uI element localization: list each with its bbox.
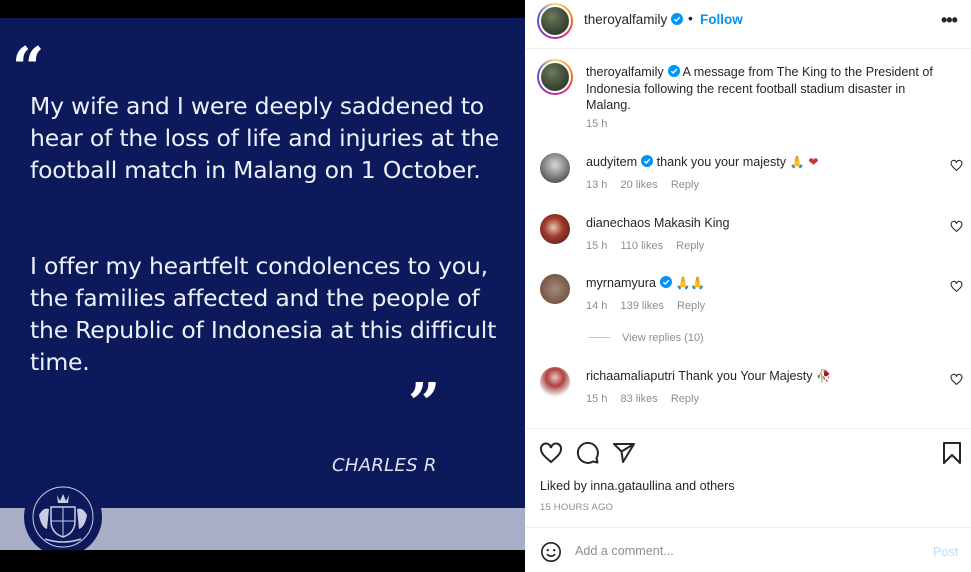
comment-meta: 14 h 139 likes Reply <box>586 300 715 312</box>
verified-badge-icon <box>671 13 684 25</box>
commenter-avatar[interactable] <box>540 153 570 183</box>
liked-by-and: and <box>675 479 697 493</box>
message-paragraph-2: I offer my heartfelt condolences to you,… <box>30 252 497 376</box>
comment-composer: Post <box>525 527 971 572</box>
post-sidebar: theroyalfamily • Follow ••• theroyalfami… <box>525 0 971 572</box>
liked-by-line: Liked by inna.gataullina and others <box>540 479 735 493</box>
reply-button[interactable]: Reply <box>677 300 705 312</box>
post-header: theroyalfamily • Follow ••• <box>525 0 971 49</box>
view-replies-label[interactable]: View replies (10) <box>622 332 704 344</box>
commenter-username[interactable]: richaamaliaputri <box>586 369 675 383</box>
commenter-username[interactable]: myrnamyura <box>586 276 656 290</box>
caption-text: theroyalfamily A message from The King t… <box>586 64 951 114</box>
post-image: “ My wife and I were deeply saddened to … <box>0 18 525 550</box>
comment-input[interactable] <box>575 538 915 564</box>
heart-icon[interactable] <box>950 220 963 233</box>
post-timestamp[interactable]: 15 HOURS AGO <box>540 502 613 513</box>
caption-username[interactable]: theroyalfamily <box>586 65 664 79</box>
commenter-username[interactable]: audyitem <box>586 155 637 169</box>
message-paragraph-1: My wife and I were deeply saddened to he… <box>30 92 500 184</box>
comment-body: thank you your majesty <box>656 155 787 169</box>
closing-quote-mark: ” <box>408 371 441 437</box>
comment-body: Thank you Your Majesty <box>678 369 813 383</box>
share-icon[interactable] <box>612 441 636 465</box>
commenter-avatar[interactable] <box>540 274 570 304</box>
post-caption: theroyalfamily A message from The King t… <box>525 50 971 142</box>
comment-likes[interactable]: 83 likes <box>620 393 657 405</box>
like-heart-icon[interactable] <box>539 441 563 465</box>
comment-icon[interactable] <box>576 441 600 465</box>
comment-time: 13 h <box>586 179 608 191</box>
more-horizontal-icon[interactable]: ••• <box>941 10 958 31</box>
signature: CHARLES R <box>332 455 437 476</box>
caption-time: 15 h <box>586 118 608 130</box>
royal-crest-icon <box>24 478 102 550</box>
comment-text: dianechaos Makasih King <box>586 216 926 230</box>
comment-body: Makasih King <box>653 216 730 230</box>
comment-text: richaamaliaputri Thank you Your Majesty … <box>586 369 926 383</box>
comment-time: 15 h <box>586 393 608 405</box>
comment-text: myrnamyura 🙏🙏 <box>586 276 926 290</box>
comment-text: audyitem thank you your majesty 🙏 ❤ <box>586 155 926 169</box>
commenter-avatar[interactable] <box>540 367 570 397</box>
reply-button[interactable]: Reply <box>671 393 699 405</box>
opening-quote-mark: “ <box>12 35 45 101</box>
comment-emoji: 🙏 ❤ <box>789 155 819 169</box>
heart-icon[interactable] <box>950 280 963 293</box>
reply-button[interactable]: Reply <box>671 179 699 191</box>
bookmark-icon[interactable] <box>940 441 964 465</box>
liked-by-prefix: Liked by <box>540 479 587 493</box>
comment-meta: 15 h 83 likes Reply <box>586 393 709 405</box>
liked-by-others[interactable]: others <box>700 479 735 493</box>
separator-dot: • <box>688 10 693 26</box>
comment-meta: 13 h 20 likes Reply <box>586 179 709 191</box>
commenter-username[interactable]: dianechaos <box>586 216 650 230</box>
comment-meta: 15 h 110 likes Reply <box>586 240 714 252</box>
commenter-avatar[interactable] <box>540 214 570 244</box>
reply-button[interactable]: Reply <box>676 240 704 252</box>
comment-likes[interactable]: 110 likes <box>620 240 663 252</box>
view-replies-button[interactable]: View replies (10) <box>588 332 704 344</box>
liked-by-user[interactable]: inna.gataullina <box>590 479 671 493</box>
comment-time: 15 h <box>586 240 608 252</box>
verified-badge-icon <box>667 65 680 77</box>
smiley-icon[interactable] <box>540 541 562 563</box>
comment-time: 14 h <box>586 300 608 312</box>
author-avatar[interactable] <box>537 3 573 39</box>
heart-icon[interactable] <box>950 159 963 172</box>
comment-likes[interactable]: 20 likes <box>620 179 657 191</box>
heart-icon[interactable] <box>950 373 963 386</box>
verified-badge-icon <box>641 155 654 167</box>
comment-likes[interactable]: 139 likes <box>620 300 663 312</box>
verified-badge-icon <box>659 276 672 288</box>
comment-emoji: 🙏🙏 <box>675 276 706 290</box>
post-actions: Liked by inna.gataullina and others 15 H… <box>525 428 971 526</box>
author-username[interactable]: theroyalfamily <box>584 12 684 27</box>
replies-divider-line <box>588 337 610 338</box>
author-username-text[interactable]: theroyalfamily <box>584 12 667 27</box>
follow-button[interactable]: Follow <box>700 12 743 27</box>
caption-avatar[interactable] <box>537 59 573 95</box>
comment-emoji: 🥀 <box>816 369 832 383</box>
post-comment-button[interactable]: Post <box>933 545 958 559</box>
post-media: “ My wife and I were deeply saddened to … <box>0 0 525 572</box>
